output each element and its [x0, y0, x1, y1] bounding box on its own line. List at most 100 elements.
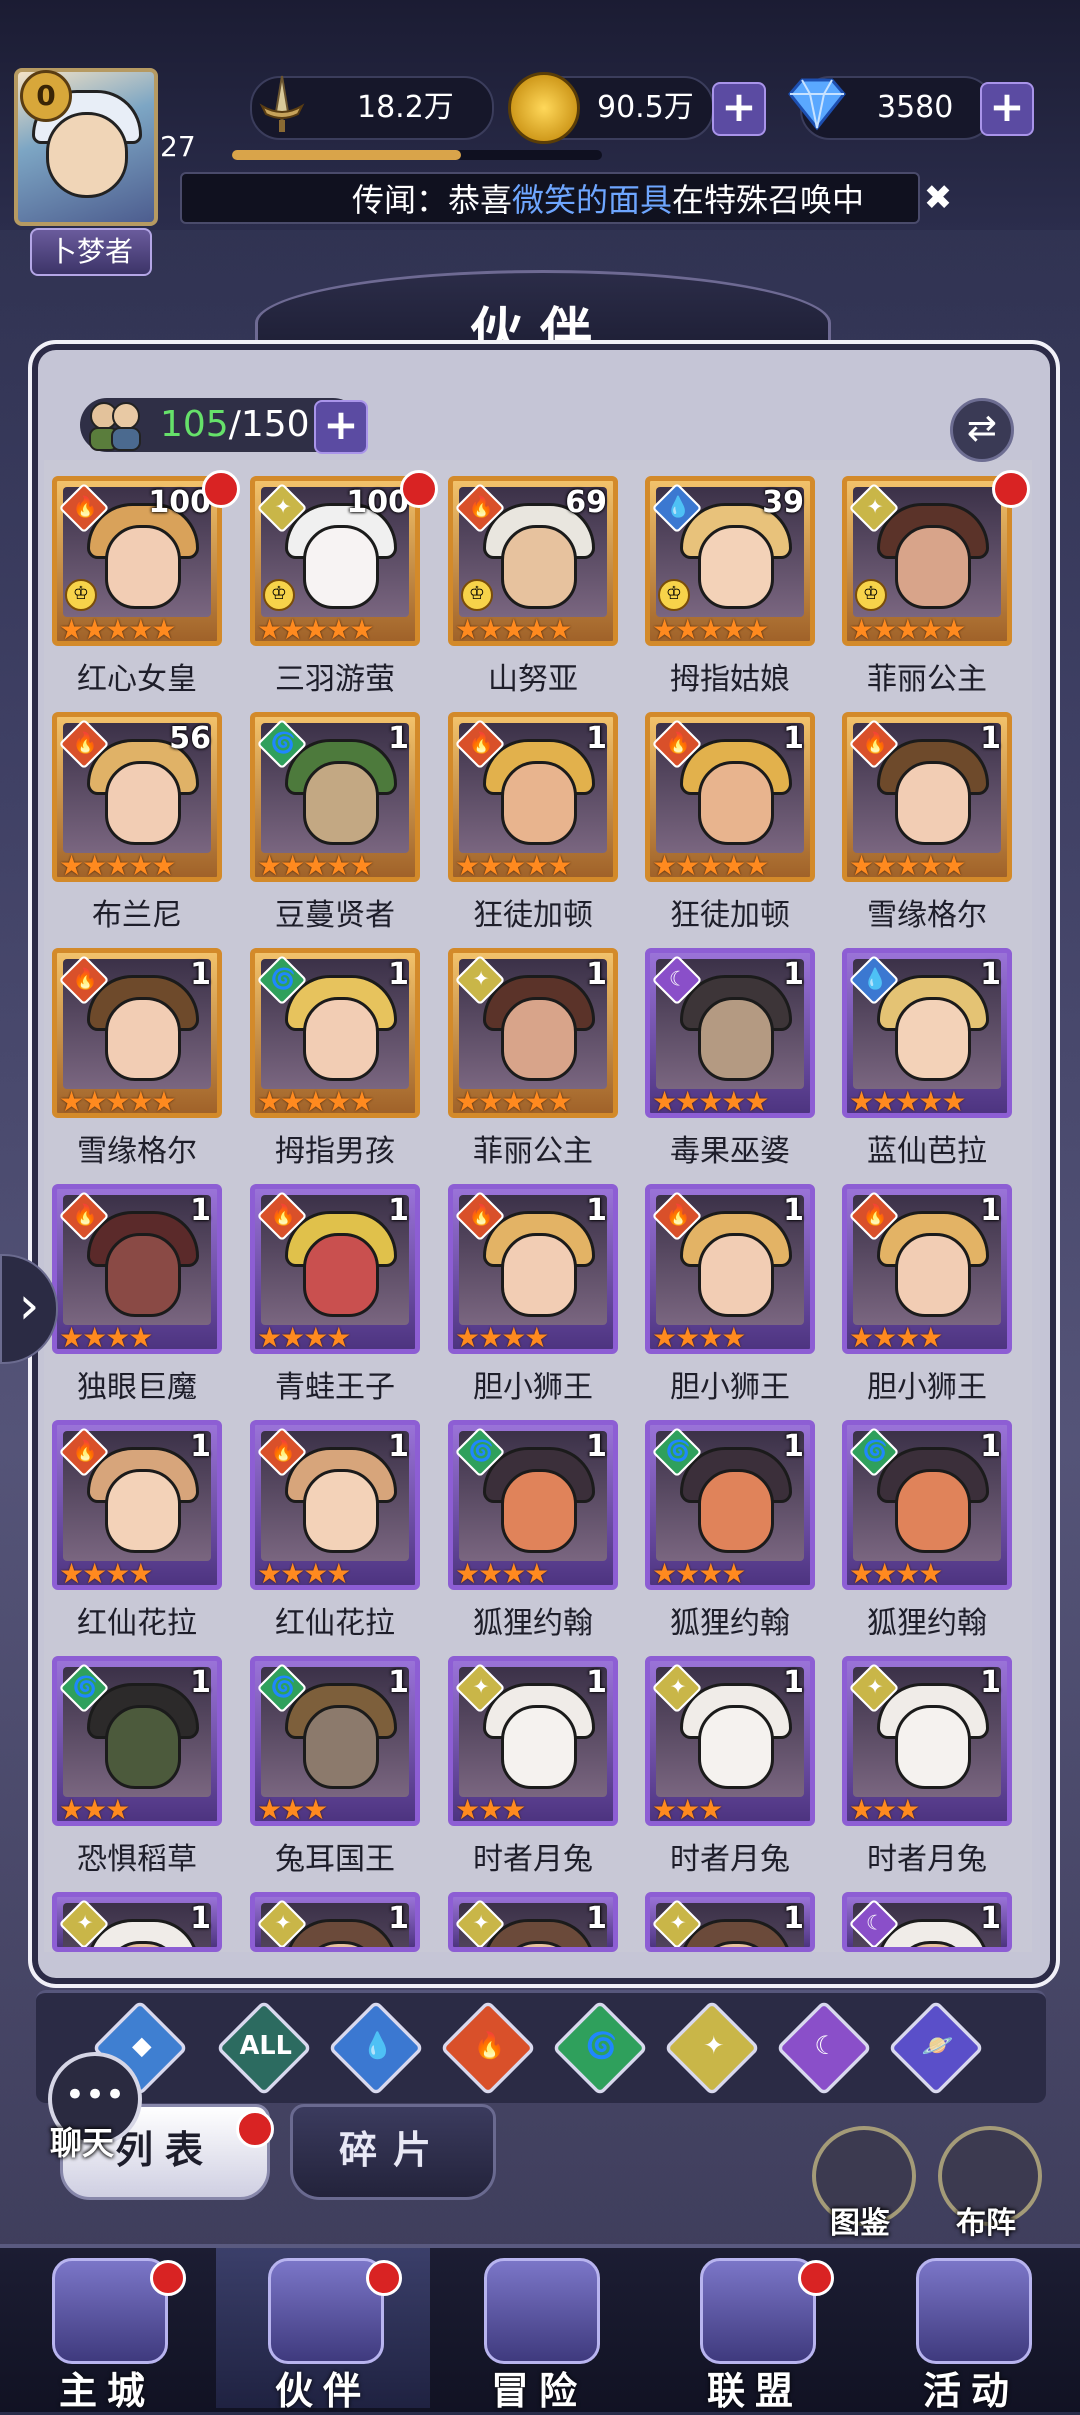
hero-card[interactable]: ✦ 1: [448, 1892, 618, 1952]
hero-card[interactable]: 🔥 1 ★★★★: [645, 1184, 815, 1354]
hero-card[interactable]: ✦ 1 ★★★: [645, 1656, 815, 1826]
chat-label[interactable]: 聊天: [50, 2118, 114, 2164]
hero-card[interactable]: 🌀 1 ★★★★: [842, 1420, 1012, 1590]
hero-card[interactable]: 🔥 1 ★★★★: [250, 1420, 420, 1590]
hero-stars: ★★★★: [455, 1557, 549, 1590]
hero-name: 布兰尼: [92, 898, 182, 933]
player-title-badge[interactable]: 卜梦者: [30, 228, 152, 276]
filter-water-glyph: 💧: [361, 2030, 394, 2061]
hero-card[interactable]: ✦ 100 ♔ ★★★★★: [250, 476, 420, 646]
add-gold-button[interactable]: +: [712, 82, 766, 136]
hero-name: 豆蔓贤者: [275, 898, 395, 933]
hero-level: 69: [565, 485, 607, 520]
hero-name: 狂徒加顿: [670, 898, 790, 933]
nav-item-1[interactable]: 伙伴: [216, 2248, 430, 2413]
hero-card[interactable]: ✦ ♔ ★★★★★: [842, 476, 1012, 646]
hero-card[interactable]: ☾ 1 ★★★★★: [645, 948, 815, 1118]
exp-progress-fill: [232, 150, 462, 160]
hero-card[interactable]: 🔥 1 ★★★★★: [842, 712, 1012, 882]
crown-icon: ♔: [65, 579, 97, 611]
hero-face: [698, 1705, 774, 1789]
hero-notification-dot: [400, 470, 438, 508]
vip-level-badge[interactable]: 0: [20, 70, 72, 122]
avatar-face: [46, 112, 128, 198]
hero-card[interactable]: ✦ 1 ★★★: [448, 1656, 618, 1826]
hero-level: 1: [190, 1193, 211, 1228]
hero-card[interactable]: 🔥 1 ★★★★: [52, 1184, 222, 1354]
hero-stars: ★★★★★: [59, 613, 177, 646]
nav-label: 主城: [58, 2369, 155, 2413]
hero-notification-dot: [992, 470, 1030, 508]
hero-card[interactable]: ✦ 1: [645, 1892, 815, 1952]
hero-level: 1: [586, 1429, 607, 1464]
hero-stars: ★★★★★: [257, 1085, 375, 1118]
hero-name: 狐狸约翰: [867, 1606, 987, 1641]
hero-stars: ★★★★★: [455, 1085, 573, 1118]
nav-label: 冒险: [490, 2369, 587, 2413]
hero-card[interactable]: 🔥 56 ★★★★★: [52, 712, 222, 882]
hero-name: 红心女皇: [77, 662, 197, 697]
hero-card[interactable]: 🔥 1 ★★★★: [842, 1184, 1012, 1354]
nav-item-2[interactable]: 冒险: [432, 2248, 646, 2413]
hero-card[interactable]: 🌀 1 ★★★★: [645, 1420, 815, 1590]
rumor-suffix: 在特殊召唤中: [672, 181, 865, 219]
hero-card[interactable]: 🌀 1 ★★★: [52, 1656, 222, 1826]
hero-card[interactable]: 🔥 1 ★★★★★: [52, 948, 222, 1118]
hero-level: 1: [980, 1665, 1001, 1700]
nav-item-3[interactable]: 联盟: [648, 2248, 862, 2413]
hero-card[interactable]: ☾ 1: [842, 1892, 1012, 1952]
hero-name: 狂徒加顿: [473, 898, 593, 933]
hero-card[interactable]: 🌀 1 ★★★★: [448, 1420, 618, 1590]
hero-face: [303, 1705, 379, 1789]
hero-face: [698, 997, 774, 1081]
add-diamond-button[interactable]: +: [980, 82, 1034, 136]
hero-stars: ★★★★: [849, 1557, 943, 1590]
hero-card[interactable]: 🌀 1 ★★★★★: [250, 948, 420, 1118]
nav-label: 联盟: [706, 2369, 803, 2413]
hero-card[interactable]: 🔥 1 ★★★★: [448, 1184, 618, 1354]
hero-card[interactable]: ✦ 1 ★★★★★: [448, 948, 618, 1118]
hero-level: 1: [980, 721, 1001, 756]
codex-label[interactable]: 图鉴: [805, 2198, 915, 2242]
hero-stars: ★★★★: [849, 1321, 943, 1354]
hero-name: 红仙花拉: [77, 1606, 197, 1641]
hero-card[interactable]: ✦ 1: [250, 1892, 420, 1952]
sort-swap-button[interactable]: ⇄: [950, 398, 1014, 462]
expand-capacity-button[interactable]: +: [314, 400, 368, 454]
hero-card[interactable]: 🔥 1 ★★★★★: [645, 712, 815, 882]
hero-card[interactable]: 💧 1 ★★★★★: [842, 948, 1012, 1118]
hero-stars: ★★★★★: [455, 849, 573, 882]
crown-icon: ♔: [263, 579, 295, 611]
hero-card[interactable]: 🔥 1 ★★★★: [250, 1184, 420, 1354]
hero-card[interactable]: 🌀 1 ★★★★★: [250, 712, 420, 882]
hero-face: [303, 1469, 379, 1553]
hero-name: 时者月兔: [473, 1842, 593, 1877]
hero-card[interactable]: 🔥 1 ★★★★★: [448, 712, 618, 882]
hero-name: 雪缘格尔: [867, 898, 987, 933]
close-icon[interactable]: ✖: [920, 180, 956, 216]
nav-2-icon: [484, 2258, 600, 2364]
hero-card[interactable]: ✦ 1 ★★★: [842, 1656, 1012, 1826]
crown-icon: ♔: [658, 579, 690, 611]
hero-level: 1: [783, 957, 804, 992]
tab-fragments[interactable]: 碎片: [290, 2104, 496, 2200]
hero-card[interactable]: 🔥 1 ★★★★: [52, 1420, 222, 1590]
nav-item-0[interactable]: 主城: [0, 2248, 214, 2413]
nav-item-4[interactable]: 活动: [864, 2248, 1078, 2413]
diamond-icon: [784, 76, 850, 132]
hero-face: [105, 1705, 181, 1789]
hero-level: 1: [388, 1429, 409, 1464]
rumor-marquee: 传闻：恭喜微笑的面具在特殊召唤中: [180, 172, 920, 224]
hero-card[interactable]: 💧 39 ♔ ★★★★★: [645, 476, 815, 646]
hero-level: 1: [388, 721, 409, 756]
nav-notification-dot: [366, 2260, 402, 2296]
formation-label[interactable]: 布阵: [931, 2198, 1041, 2242]
hero-name: 狐狸约翰: [473, 1606, 593, 1641]
hero-card[interactable]: 🌀 1 ★★★: [250, 1656, 420, 1826]
hero-card[interactable]: ✦ 1: [52, 1892, 222, 1952]
hero-stars: ★★★★★: [257, 613, 375, 646]
hero-card[interactable]: 🔥 100 ♔ ★★★★★: [52, 476, 222, 646]
hero-stars: ★★★★★: [59, 1085, 177, 1118]
hero-card[interactable]: 🔥 69 ♔ ★★★★★: [448, 476, 618, 646]
crown-icon: ♔: [461, 579, 493, 611]
